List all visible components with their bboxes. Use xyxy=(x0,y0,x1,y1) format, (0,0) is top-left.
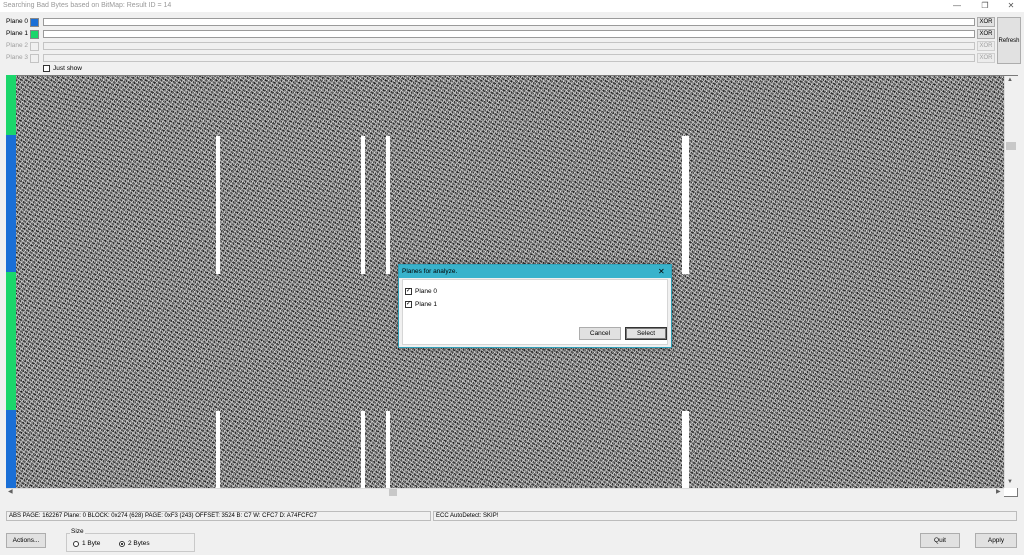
plane-0-label: Plane 0 xyxy=(6,18,29,25)
scroll-left-icon[interactable]: ◀ xyxy=(8,488,13,497)
planes-dialog: Planes for analyze. ✕ ✓ Plane 0 ✓ Plane … xyxy=(398,264,672,348)
plane-2-label: Plane 2 xyxy=(6,42,29,49)
plane-0-track[interactable] xyxy=(43,18,975,26)
actions-button[interactable]: Actions... xyxy=(6,533,46,548)
dialog-plane-1-label: Plane 1 xyxy=(415,301,438,308)
close-button[interactable]: ✕ xyxy=(998,0,1024,12)
plane-2-xor-button: XOR xyxy=(977,41,995,51)
bad-byte-stripe xyxy=(682,411,689,488)
bad-byte-stripe xyxy=(386,411,390,488)
plane-3-color-swatch xyxy=(30,54,39,63)
apply-button[interactable]: Apply xyxy=(975,533,1017,548)
scroll-down-icon[interactable]: ▼ xyxy=(1007,478,1013,487)
status-info: ABS PAGE: 162267 Plane: 0 BLOCK: 0x274 (… xyxy=(6,511,431,521)
size-1-byte-label: 1 Byte xyxy=(82,540,101,547)
ecc-status: ECC AutoDetect: SKIP! xyxy=(433,511,1017,521)
plane-1-xor-button[interactable]: XOR xyxy=(977,29,995,39)
dialog-cancel-button[interactable]: Cancel xyxy=(579,327,621,340)
plane-3-label: Plane 3 xyxy=(6,54,29,61)
dialog-select-button[interactable]: Select xyxy=(625,327,667,340)
window-title: Searching Bad Bytes based on BitMap: Res… xyxy=(3,2,172,9)
horizontal-scrollbar[interactable] xyxy=(6,488,1004,497)
vertical-scrollbar[interactable] xyxy=(1004,76,1018,488)
dialog-plane-0-checkbox[interactable]: ✓ xyxy=(405,288,412,295)
plane-2-track xyxy=(43,42,975,50)
dialog-plane-0-label: Plane 0 xyxy=(415,288,438,295)
plane-0-color-swatch[interactable] xyxy=(30,18,39,27)
bad-byte-stripe xyxy=(682,136,689,274)
plane-0-xor-button[interactable]: XOR xyxy=(977,17,995,27)
bad-byte-stripe xyxy=(216,136,220,274)
quit-button[interactable]: Quit xyxy=(920,533,960,548)
plane-1-track[interactable] xyxy=(43,30,975,38)
minimize-button[interactable]: — xyxy=(944,0,970,12)
dialog-close-icon[interactable]: ✕ xyxy=(658,267,665,276)
size-2-bytes-radio[interactable] xyxy=(119,541,125,547)
just-show-label: Just show xyxy=(53,65,82,72)
vertical-scroll-thumb[interactable] xyxy=(1006,142,1016,150)
plane-3-xor-button: XOR xyxy=(977,53,995,63)
scroll-up-icon[interactable]: ▲ xyxy=(1007,76,1013,85)
plane-1-label: Plane 1 xyxy=(6,30,29,37)
refresh-button[interactable]: Refresh xyxy=(997,17,1021,64)
size-1-byte-radio[interactable] xyxy=(73,541,79,547)
bad-byte-stripe xyxy=(361,136,365,274)
plane-2-color-swatch xyxy=(30,42,39,51)
horizontal-scroll-thumb[interactable] xyxy=(389,489,397,496)
scroll-right-icon[interactable]: ▶ xyxy=(996,488,1001,497)
just-show-checkbox[interactable] xyxy=(43,65,50,72)
bad-byte-stripe xyxy=(361,411,365,488)
plane-strip xyxy=(6,75,16,488)
dialog-title: Planes for analyze. xyxy=(402,268,458,275)
restore-button[interactable]: ❐ xyxy=(972,0,998,12)
size-2-bytes-label: 2 Bytes xyxy=(128,540,150,547)
size-group-title: Size xyxy=(70,528,85,535)
plane-1-color-swatch[interactable] xyxy=(30,30,39,39)
bad-byte-stripe xyxy=(216,411,220,488)
bad-byte-stripe xyxy=(386,136,390,274)
dialog-plane-1-checkbox[interactable]: ✓ xyxy=(405,301,412,308)
plane-3-track xyxy=(43,54,975,62)
